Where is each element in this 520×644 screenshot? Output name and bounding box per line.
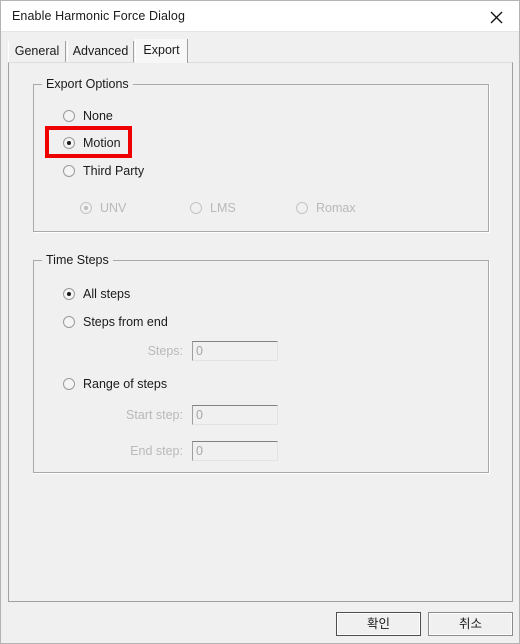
ok-button[interactable]: 확인: [336, 612, 421, 636]
tab-export[interactable]: Export: [135, 39, 188, 63]
close-button[interactable]: [474, 1, 519, 31]
radio-motion-label: Motion: [83, 136, 121, 150]
radio-third-party-icon: [63, 165, 75, 177]
field-row-end-step: End step:: [111, 441, 278, 461]
radio-romax: Romax: [296, 201, 356, 215]
radio-all-steps[interactable]: All steps: [63, 287, 130, 301]
radio-lms-icon: [190, 202, 202, 214]
radio-unv-icon: [80, 202, 92, 214]
radio-lms-label: LMS: [210, 201, 236, 215]
group-export-options-title: Export Options: [42, 77, 133, 92]
radio-unv-label: UNV: [100, 201, 127, 215]
radio-third-party-label: Third Party: [83, 164, 145, 178]
radio-third-party[interactable]: Third Party: [63, 164, 144, 178]
cancel-button[interactable]: 취소: [428, 612, 513, 636]
dialog-title: Enable Harmonic Force Dialog: [12, 9, 186, 23]
field-row-start-step: Start step:: [111, 405, 278, 425]
radio-lms: LMS: [190, 201, 236, 215]
radio-range-of-steps-icon: [63, 378, 75, 390]
radio-steps-from-end-label: Steps from end: [83, 315, 168, 329]
radio-all-steps-icon: [63, 288, 75, 300]
radio-motion[interactable]: Motion: [63, 136, 121, 150]
tab-advanced[interactable]: Advanced: [67, 41, 134, 62]
radio-none-label: None: [83, 109, 113, 123]
group-time-steps-title: Time Steps: [42, 253, 113, 268]
radio-romax-label: Romax: [316, 201, 356, 215]
field-row-steps: Steps:: [135, 341, 278, 361]
radio-range-of-steps[interactable]: Range of steps: [63, 377, 167, 391]
radio-motion-icon: [63, 137, 75, 149]
radio-romax-icon: [296, 202, 308, 214]
steps-input[interactable]: [192, 341, 278, 361]
radio-steps-from-end-icon: [63, 316, 75, 328]
radio-unv: UNV: [80, 201, 126, 215]
dialog-window: Enable Harmonic Force Dialog General Adv…: [0, 0, 520, 644]
radio-all-steps-label: All steps: [83, 287, 131, 301]
end-step-input[interactable]: [192, 441, 278, 461]
title-bar: Enable Harmonic Force Dialog: [1, 1, 519, 32]
end-step-label: End step:: [130, 444, 183, 458]
tab-general[interactable]: General: [8, 41, 66, 62]
start-step-label: Start step:: [126, 408, 183, 422]
close-icon: [490, 11, 503, 24]
steps-label: Steps:: [147, 344, 183, 358]
start-step-input[interactable]: [192, 405, 278, 425]
tab-strip: General Advanced Export: [8, 39, 513, 63]
radio-steps-from-end[interactable]: Steps from end: [63, 315, 168, 329]
radio-range-of-steps-label: Range of steps: [83, 377, 168, 391]
radio-none[interactable]: None: [63, 109, 113, 123]
radio-none-icon: [63, 110, 75, 122]
